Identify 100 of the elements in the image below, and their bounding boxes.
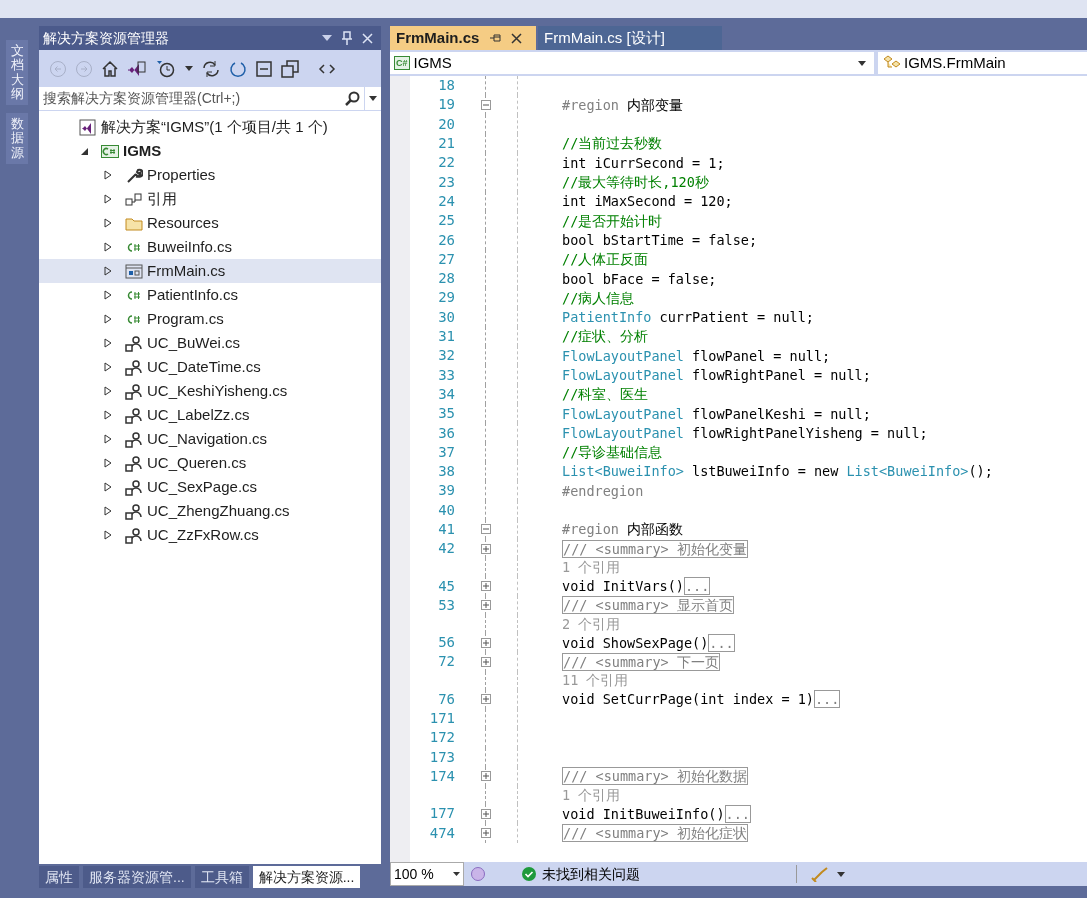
expand-arrow-icon[interactable]: [103, 242, 113, 252]
collapsed-region[interactable]: ...: [708, 633, 735, 652]
zoom-dropdown[interactable]: 100 %: [390, 862, 464, 886]
expand-icon[interactable]: [481, 656, 491, 667]
collapse-icon[interactable]: [481, 99, 491, 110]
tree-item[interactable]: Program.cs: [39, 307, 381, 331]
expand-icon[interactable]: [481, 543, 491, 554]
editor-tab[interactable]: FrmMain.cs [设计]: [538, 26, 722, 50]
tree-item-label: UC_ZzFxRow.cs: [147, 524, 259, 545]
expand-arrow-icon[interactable]: [103, 530, 113, 540]
search-field[interactable]: 搜索解决方案资源管理器(Ctrl+;): [39, 87, 381, 111]
line-number: 53: [437, 595, 455, 615]
expand-icon[interactable]: [481, 637, 491, 648]
tree-item[interactable]: UC_ZzFxRow.cs: [39, 523, 381, 547]
tree-item-label: Resources: [147, 212, 219, 233]
expand-icon[interactable]: [481, 581, 491, 592]
collapsed-region[interactable]: /// <summary> 初始化数据: [562, 767, 748, 786]
tree-item-label: PatientInfo.cs: [147, 284, 238, 305]
editor-tab[interactable]: FrmMain.cs: [390, 26, 536, 50]
caret-icon[interactable]: [185, 66, 193, 71]
expand-arrow-icon[interactable]: [103, 506, 113, 516]
pin-icon[interactable]: [489, 33, 502, 43]
copy-icon[interactable]: [281, 59, 299, 78]
type-name: PatientInfo: [562, 308, 652, 328]
tree-item[interactable]: UC_Navigation.cs: [39, 427, 381, 451]
code-comment: //科室、医生: [562, 385, 649, 405]
reference-count: 1 个引用: [562, 785, 621, 805]
expand-arrow-icon[interactable]: [103, 194, 113, 204]
collapsed-region[interactable]: ...: [724, 804, 751, 823]
tree-item[interactable]: UC_DateTime.cs: [39, 355, 381, 379]
side-tab[interactable]: 数据源: [6, 113, 28, 165]
expand-icon[interactable]: [481, 808, 491, 819]
collapsed-region[interactable]: /// <summary> 初始化症状: [562, 824, 748, 843]
issues-status[interactable]: 未找到相关问题: [542, 863, 640, 885]
line-number: 37: [437, 442, 455, 462]
expand-arrow-icon[interactable]: [103, 434, 113, 444]
sync-icon[interactable]: [201, 59, 221, 78]
tree-item[interactable]: UC_ZhengZhuang.cs: [39, 499, 381, 523]
expand-arrow-icon[interactable]: [103, 386, 113, 396]
expand-arrow-icon[interactable]: [103, 314, 113, 324]
expand-icon[interactable]: [481, 771, 491, 782]
collapse-arrow-icon[interactable]: [79, 146, 89, 156]
panel-tab[interactable]: 属性: [39, 866, 79, 888]
tree-item[interactable]: UC_SexPage.cs: [39, 475, 381, 499]
history-icon[interactable]: [155, 59, 177, 78]
collapsed-region[interactable]: ...: [683, 577, 711, 596]
tree-item[interactable]: Properties: [39, 163, 381, 187]
panel-tab[interactable]: 工具箱: [194, 866, 249, 888]
switch-views-icon[interactable]: [127, 59, 147, 78]
panel-tab[interactable]: 解决方案资源...: [252, 866, 361, 888]
line-number: 18: [437, 76, 455, 96]
tree-item[interactable]: FrmMain.cs: [39, 259, 381, 283]
tree-item[interactable]: Resources: [39, 211, 381, 235]
tree-item[interactable]: 解决方案“IGMS”(1 个项目/共 1 个): [39, 115, 381, 139]
tree-item[interactable]: PatientInfo.cs: [39, 283, 381, 307]
expand-arrow-icon[interactable]: [103, 362, 113, 372]
line-number: 34: [437, 384, 455, 404]
expand-arrow-icon[interactable]: [103, 482, 113, 492]
dropdown-icon[interactable]: [322, 35, 332, 41]
expand-arrow-icon[interactable]: [103, 290, 113, 300]
tree-item[interactable]: UC_Queren.cs: [39, 451, 381, 475]
collapsed-region[interactable]: /// <summary> 显示首页: [562, 596, 734, 615]
expand-arrow-icon[interactable]: [103, 218, 113, 228]
panel-tab[interactable]: 服务器资源管...: [83, 866, 191, 888]
collapsed-region[interactable]: /// <summary> 下一页: [562, 652, 720, 671]
side-tab[interactable]: 文档大纲: [6, 40, 28, 106]
expand-arrow-icon[interactable]: [103, 458, 113, 468]
close-icon[interactable]: [511, 32, 523, 44]
expand-arrow-icon[interactable]: [103, 266, 113, 276]
collapse-all-icon[interactable]: [255, 59, 273, 78]
expand-icon[interactable]: [481, 828, 491, 839]
code-text: void InitVars(): [562, 576, 684, 596]
expand-arrow-icon[interactable]: [103, 338, 113, 348]
project-dropdown[interactable]: C# IGMS: [390, 52, 874, 74]
tree-item[interactable]: BuweiInfo.cs: [39, 235, 381, 259]
tree-item[interactable]: UC_KeshiYisheng.cs: [39, 379, 381, 403]
expand-arrow-icon[interactable]: [103, 170, 113, 180]
line-number: 42: [437, 539, 455, 559]
expand-icon[interactable]: [481, 694, 491, 705]
tree-item-label: BuweiInfo.cs: [147, 236, 233, 257]
line-number: 23: [437, 172, 455, 192]
tree-item[interactable]: IGMS: [39, 139, 381, 163]
line-number: 172: [428, 728, 455, 748]
expand-arrow-icon[interactable]: [103, 410, 113, 420]
references-icon: [125, 190, 143, 208]
tree-item[interactable]: 引用: [39, 187, 381, 211]
collapsed-region[interactable]: /// <summary> 初始化变量: [562, 539, 748, 558]
tree-item[interactable]: UC_BuWei.cs: [39, 331, 381, 355]
class-dropdown[interactable]: IGMS.FrmMain: [878, 52, 1087, 74]
collapsed-region[interactable]: ...: [813, 690, 841, 709]
caret-icon[interactable]: [837, 871, 845, 877]
code-text: currPatient = null;: [658, 308, 814, 328]
refresh-icon[interactable]: [229, 59, 247, 78]
home-icon[interactable]: [101, 59, 119, 78]
expand-icon[interactable]: [481, 600, 491, 611]
tree-item[interactable]: UC_LabelZz.cs: [39, 403, 381, 427]
search-icon: [344, 90, 360, 107]
code-text: int iMaxSecond = 120;: [562, 192, 733, 212]
line-number: 36: [437, 423, 455, 443]
collapse-icon[interactable]: [481, 524, 491, 535]
